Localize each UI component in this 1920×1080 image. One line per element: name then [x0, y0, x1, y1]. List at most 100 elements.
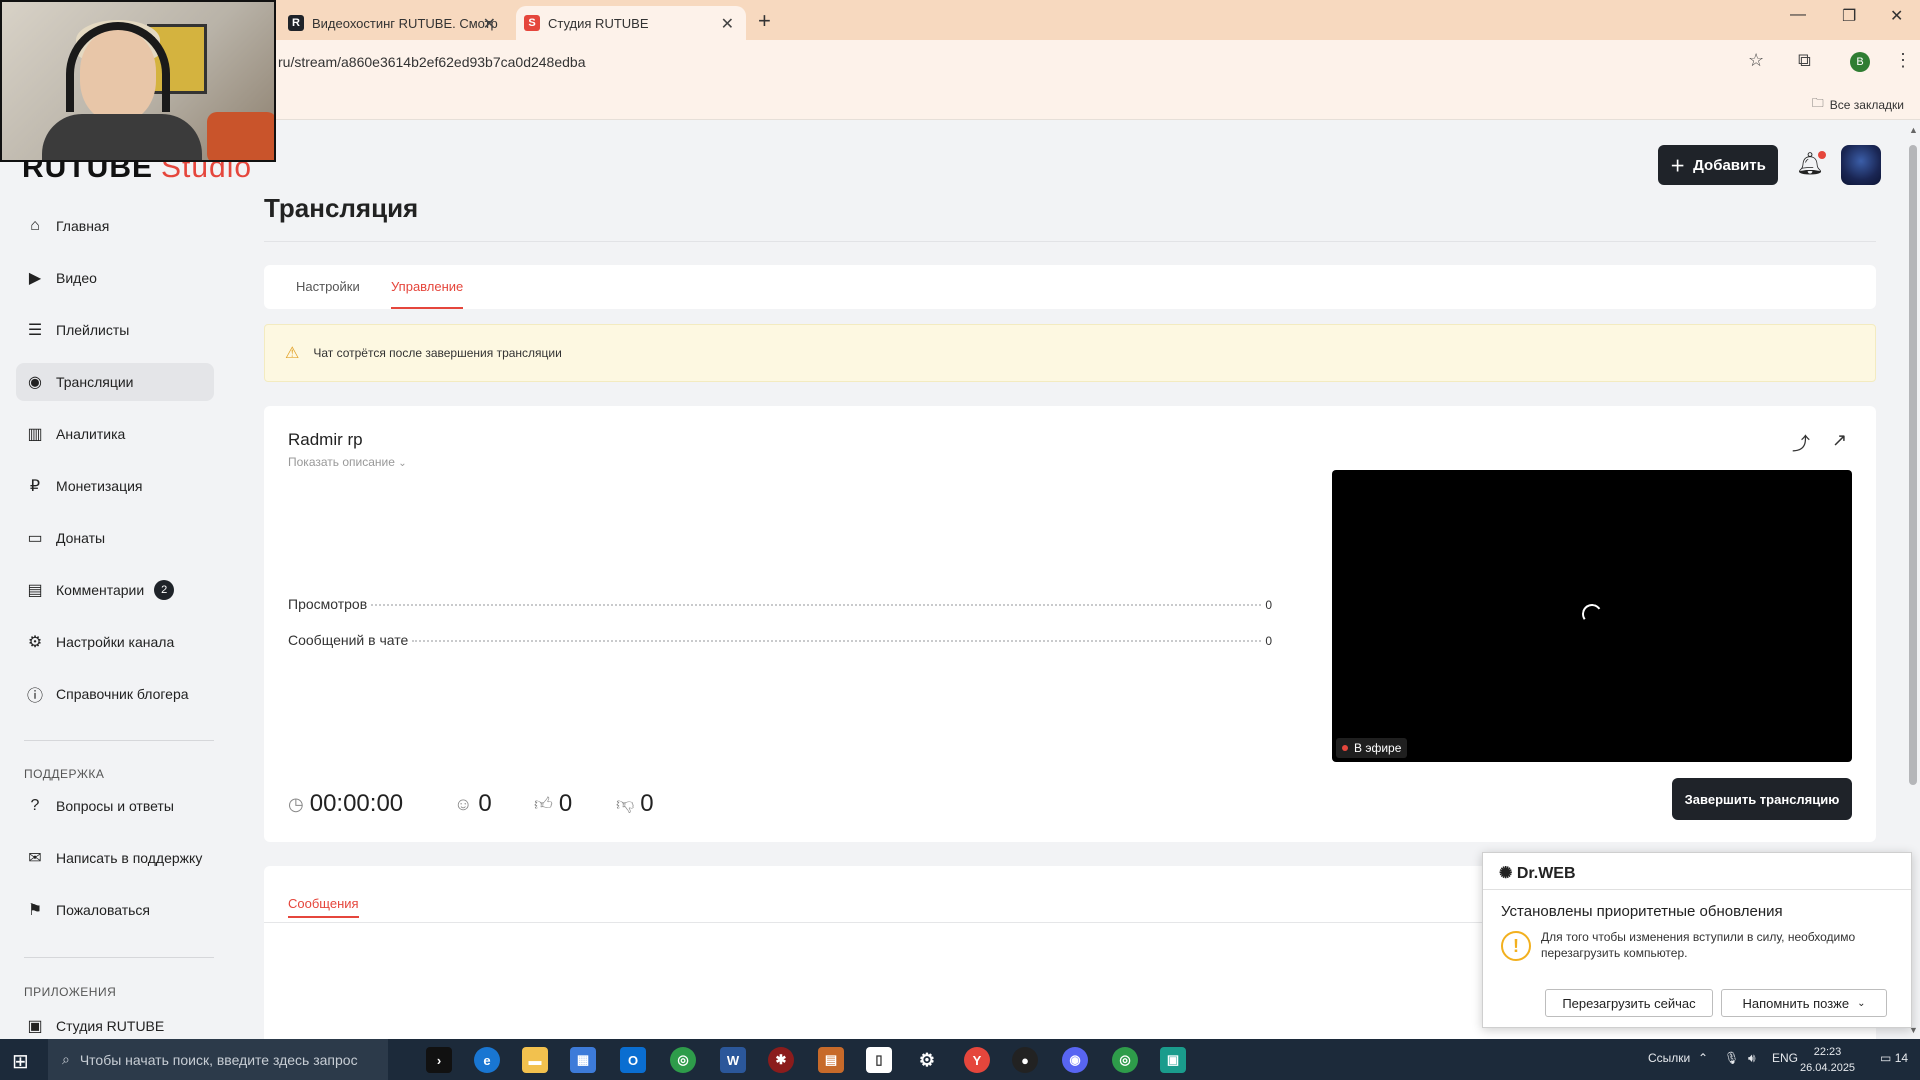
clock-time: 22:23 — [1813, 1046, 1842, 1058]
sidebar-item-channel-settings[interactable]: ⚙ Настройки канала — [16, 623, 214, 661]
sidebar-item-donations[interactable]: ▭ Донаты — [16, 519, 214, 557]
sidebar-item-report[interactable]: ⚑ Пожаловаться — [16, 891, 214, 929]
notifications-bell-icon[interactable]: 🔔︎ — [1796, 151, 1826, 177]
restart-now-button[interactable]: Перезагрузить сейчас — [1545, 989, 1713, 1017]
edge-app-icon[interactable]: e — [474, 1047, 500, 1073]
notification-center-icon[interactable]: ▭ 14 — [1880, 1051, 1908, 1065]
add-button[interactable]: ＋ Добавить — [1658, 145, 1778, 185]
sidebar-item-label: Плейлисты — [56, 322, 130, 338]
browser-tab-studio[interactable]: S Студия RUTUBE ✕ — [516, 6, 746, 40]
browser-menu-icon[interactable]: ⋮ — [1894, 50, 1912, 71]
game-app-icon[interactable]: ✱ — [768, 1047, 794, 1073]
tab-messages[interactable]: Сообщения — [288, 896, 359, 918]
sidebar-item-broadcasts[interactable]: ◉ Трансляции — [16, 363, 214, 401]
sidebar-item-monetization[interactable]: ₽ Монетизация — [16, 467, 214, 505]
tab-title: Видеохостинг RUTUBE. Смотр — [312, 15, 498, 31]
chat-messages-stat-row: Сообщений в чате 0 — [288, 632, 1272, 648]
webcam-person-body — [42, 114, 202, 160]
sidebar-item-comments[interactable]: ▤ Комментарии 2 — [16, 571, 214, 609]
sidebar-item-home[interactable]: ⌂ Главная — [16, 207, 214, 245]
app-icon: ▣ — [27, 1018, 43, 1035]
sidebar-item-label: Написать в поддержку — [56, 850, 203, 866]
close-tab-icon[interactable]: ✕ — [721, 14, 734, 34]
volume-icon[interactable]: 🔊︎ — [1748, 1051, 1756, 1066]
sidebar-item-label: Монетизация — [56, 478, 143, 494]
terminal2-app-icon[interactable]: ▣ — [1160, 1047, 1186, 1073]
live-badge: В эфире — [1336, 738, 1408, 758]
end-stream-button[interactable]: Завершить трансляцию — [1672, 778, 1852, 820]
taskbar-clock[interactable]: 22:23 26.04.2025 — [1800, 1044, 1855, 1076]
url-field[interactable]: ru/stream/a860e3614b2ef62ed93b7ca0d248ed… — [278, 54, 586, 70]
duration-value: 00:00:00 — [309, 790, 404, 817]
sidebar-item-contact-support[interactable]: ✉ Написать в поддержку — [16, 839, 214, 877]
outlook-app-icon[interactable]: O — [620, 1047, 646, 1073]
bookmark-star-icon[interactable]: ☆ — [1748, 50, 1764, 71]
external-link-icon[interactable]: ↗ — [1832, 430, 1847, 451]
remind-later-button[interactable]: Напомнить позже ⌄ — [1721, 989, 1887, 1017]
close-tab-icon[interactable]: ✕ — [483, 14, 496, 34]
rutube-favicon: R — [288, 15, 304, 31]
extensions-icon[interactable]: ⧉ — [1798, 50, 1811, 71]
scroll-up-arrow-icon[interactable]: ▲ — [1909, 125, 1918, 135]
yandex-app-icon[interactable]: Y — [964, 1047, 990, 1073]
dotted-leader — [412, 640, 1262, 642]
sidebar-item-label: Аналитика — [56, 426, 126, 442]
sidebar-item-playlists[interactable]: ☰ Плейлисты — [16, 311, 214, 349]
close-window-button[interactable]: ✕ — [1890, 6, 1903, 26]
taskbar-search[interactable]: ⌕ Чтобы начать поиск, введите здесь запр… — [48, 1039, 388, 1080]
drweb-spider-icon: ✺ — [1499, 865, 1513, 882]
share-icon[interactable]: ⤴ — [1792, 430, 1810, 456]
stream-preview-player[interactable]: В эфире — [1332, 470, 1852, 762]
tray-expand-icon[interactable]: ⌃ — [1698, 1051, 1708, 1065]
thumbs-down-icon: 👎︎ — [616, 794, 635, 814]
comment-icon: ▤ — [27, 582, 43, 599]
likes-metric: 👍︎ 0 — [534, 790, 572, 818]
dislikes-metric: 👎︎ 0 — [616, 790, 654, 818]
chrome-active-app-icon[interactable]: ◎ — [1112, 1047, 1138, 1073]
document-app-icon[interactable]: ▯ — [866, 1047, 892, 1073]
sidebar-divider — [24, 957, 214, 958]
all-bookmarks-button[interactable]: 🗀 Все закладки — [1812, 94, 1904, 115]
scrollbar-thumb[interactable] — [1909, 145, 1917, 785]
sidebar-item-analytics[interactable]: ▥ Аналитика — [16, 415, 214, 453]
word-app-icon[interactable]: W — [720, 1047, 746, 1073]
profile-avatar[interactable]: B — [1850, 52, 1870, 72]
windows-start-icon[interactable]: ⊞ — [12, 1049, 29, 1074]
sidebar-divider — [24, 740, 214, 741]
sidebar-item-faq[interactable]: ? Вопросы и ответы — [16, 787, 214, 825]
stat-value: 0 — [1265, 634, 1272, 648]
store-app-icon[interactable]: ▦ — [570, 1047, 596, 1073]
drweb-brand-text: Dr.WEB — [1516, 865, 1576, 882]
webcam-pillow — [207, 112, 274, 160]
restore-window-button[interactable]: ❐ — [1842, 6, 1856, 26]
bookmarks-bar: 🗀 Все закладки — [0, 84, 1920, 120]
gear-icon: ⚙ — [27, 634, 43, 651]
microphone-icon[interactable]: 🎙︎ — [1724, 1051, 1739, 1065]
chrome-app-icon[interactable]: ◎ — [670, 1047, 696, 1073]
sidebar-item-studio-app[interactable]: ▣ Студия RUTUBE — [16, 1007, 214, 1039]
chevron-down-icon: ⌄ — [1857, 997, 1866, 1009]
new-tab-button[interactable]: + — [758, 8, 771, 34]
terminal-app-icon[interactable]: › — [426, 1047, 452, 1073]
notification-count: 14 — [1894, 1051, 1909, 1065]
media-app-icon[interactable]: ▤ — [818, 1047, 844, 1073]
sidebar-item-video[interactable]: ▶ Видео — [16, 259, 214, 297]
browser-tab-rutube[interactable]: R Видеохостинг RUTUBE. Смотр ✕ — [278, 6, 508, 40]
file-explorer-icon[interactable]: ▬ — [522, 1047, 548, 1073]
settings-app-icon[interactable]: ⚙ — [914, 1047, 940, 1073]
obs-app-icon[interactable]: ● — [1012, 1047, 1038, 1073]
tab-title: Студия RUTUBE — [548, 15, 649, 31]
tab-management[interactable]: Управление — [391, 279, 464, 309]
minimize-window-button[interactable]: — — [1790, 6, 1806, 24]
support-heading: ПОДДЕРЖКА — [24, 767, 105, 781]
all-bookmarks-label: Все закладки — [1829, 97, 1904, 112]
title-divider — [264, 241, 1876, 242]
links-toolbar[interactable]: Ссылки — [1648, 1051, 1690, 1065]
broadcast-icon: ◉ — [28, 374, 42, 391]
discord-app-icon[interactable]: ◉ — [1062, 1047, 1088, 1073]
sidebar-item-blogger-guide[interactable]: ⓘ Справочник блогера — [16, 675, 214, 713]
language-indicator[interactable]: ENG — [1772, 1051, 1798, 1065]
show-description-toggle[interactable]: Показать описание ⌄ — [288, 455, 407, 469]
tab-settings[interactable]: Настройки — [296, 279, 360, 294]
channel-avatar[interactable] — [1841, 145, 1881, 185]
